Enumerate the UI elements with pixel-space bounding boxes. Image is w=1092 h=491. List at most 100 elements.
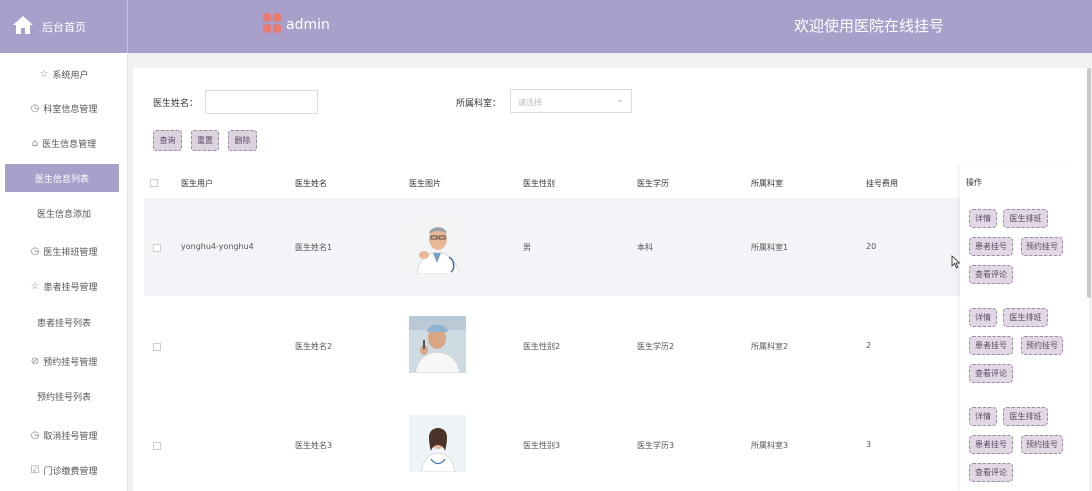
row-checkbox[interactable] bbox=[153, 442, 161, 450]
sidebar-item-label: 医生信息列表 bbox=[34, 174, 89, 185]
sidebar-item-label: 预约挂号列表 bbox=[36, 392, 91, 403]
doctor-schedule-button[interactable]: 医生排班 bbox=[1003, 209, 1048, 228]
sidebar-item-department-mgmt[interactable]: ◷ 科室信息管理 bbox=[0, 94, 128, 122]
sidebar: ☆ 系统用户 ◷ 科室信息管理 ⌂ 医生信息管理 医生信息列表 医生信息添加 ◷ 医生排… bbox=[0, 53, 128, 491]
cell-doctor-user: yonghu4-yonghu4 bbox=[181, 242, 254, 251]
row-checkbox[interactable] bbox=[153, 244, 161, 252]
details-button[interactable]: 详情 bbox=[969, 308, 997, 327]
doctor-schedule-button[interactable]: 医生排班 bbox=[1003, 308, 1048, 327]
doctor-photo bbox=[409, 217, 466, 274]
reset-button[interactable]: 重置 bbox=[191, 130, 219, 151]
clock-icon: ◷ bbox=[30, 245, 40, 257]
appointment-button[interactable]: 预约挂号 bbox=[1021, 435, 1063, 454]
table-row: 医生姓名3 医生性别3 医生学历3 所属科室3 3 bbox=[144, 394, 960, 491]
table-header: 医生用户 医生姓名 医生图片 医生性别 医生学历 所属科室 挂号费用 bbox=[144, 170, 960, 196]
sidebar-item-label: 医生排班管理 bbox=[43, 247, 98, 258]
doctor-photo bbox=[409, 316, 466, 373]
logo-icon bbox=[262, 12, 282, 38]
cell-doctor-education: 医生学历2 bbox=[637, 342, 675, 351]
doctor-photo bbox=[409, 415, 466, 472]
sidebar-item-label: 医生信息添加 bbox=[36, 209, 91, 220]
sidebar-item-doctor-mgmt[interactable]: ⌂ 医生信息管理 bbox=[0, 129, 128, 157]
doctor-name-label: 医生姓名： bbox=[153, 99, 199, 109]
cell-fee: 3 bbox=[866, 440, 872, 449]
star-icon: ☆ bbox=[30, 280, 40, 292]
sidebar-item-label: 患者挂号管理 bbox=[43, 282, 98, 293]
sidebar-item-patient-reg-list[interactable]: 患者挂号列表 bbox=[0, 308, 128, 336]
sidebar-item-appointment-list[interactable]: 预约挂号列表 bbox=[0, 382, 128, 410]
sidebar-item-appointment-mgmt[interactable]: ⊘ 预约挂号管理 bbox=[0, 347, 128, 375]
chevron-down-icon: ⌄ bbox=[616, 95, 624, 105]
clock-icon: ◷ bbox=[30, 102, 40, 114]
cell-doctor-education: 医生学历3 bbox=[637, 441, 675, 450]
mouse-cursor-icon bbox=[951, 254, 961, 273]
appointment-button[interactable]: 预约挂号 bbox=[1021, 237, 1063, 256]
star-icon: ☆ bbox=[39, 68, 49, 80]
table-row: yonghu4-yonghu4 医生姓名1 男 本科 所属科室1 20 bbox=[144, 198, 960, 296]
department-select[interactable]: 请选择 ⌄ bbox=[510, 89, 632, 113]
sidebar-item-payment-mgmt[interactable]: ☑ 门诊缴费管理 bbox=[0, 456, 128, 484]
col-department: 所属科室 bbox=[751, 179, 783, 188]
patient-register-button[interactable]: 患者挂号 bbox=[969, 435, 1013, 454]
cell-doctor-name: 医生姓名3 bbox=[295, 441, 333, 450]
cell-fee: 2 bbox=[866, 341, 872, 350]
cell-doctor-gender: 男 bbox=[523, 243, 531, 252]
sidebar-item-schedule-mgmt[interactable]: ◷ 医生排班管理 bbox=[0, 237, 128, 265]
page-scrollbar[interactable] bbox=[1087, 68, 1091, 298]
sidebar-item-label: 门诊缴费管理 bbox=[43, 466, 98, 477]
brand-name: admin bbox=[286, 17, 330, 33]
operations-column: 操作 详情 医生排班 患者挂号 预约挂号 查看评论 详情 医生排班 患者挂号 预… bbox=[960, 163, 1072, 491]
home-label: 后台首页 bbox=[42, 20, 86, 34]
sidebar-item-doctor-add[interactable]: 医生信息添加 bbox=[0, 199, 128, 227]
sidebar-item-label: 预约挂号管理 bbox=[43, 357, 98, 368]
details-button[interactable]: 详情 bbox=[969, 209, 997, 228]
clock-icon: ◷ bbox=[30, 429, 40, 441]
cell-doctor-education: 本科 bbox=[637, 243, 653, 252]
cell-department: 所属科室3 bbox=[751, 441, 789, 450]
cell-doctor-name: 医生姓名2 bbox=[295, 342, 333, 351]
sidebar-item-label: 科室信息管理 bbox=[43, 104, 98, 115]
col-fee: 挂号费用 bbox=[866, 179, 898, 188]
cell-doctor-gender: 医生性别3 bbox=[523, 441, 561, 450]
sidebar-item-label: 医生信息管理 bbox=[42, 139, 97, 150]
cell-department: 所属科室2 bbox=[751, 342, 789, 351]
cell-doctor-gender: 医生性别2 bbox=[523, 342, 561, 351]
sidebar-item-doctor-list[interactable]: 医生信息列表 bbox=[5, 164, 119, 192]
appointment-button[interactable]: 预约挂号 bbox=[1021, 336, 1063, 355]
col-doctor-name: 医生姓名 bbox=[295, 179, 327, 188]
sidebar-item-patient-reg-mgmt[interactable]: ☆ 患者挂号管理 bbox=[0, 272, 128, 300]
doctor-schedule-button[interactable]: 医生排班 bbox=[1003, 407, 1048, 426]
details-button[interactable]: 详情 bbox=[969, 407, 997, 426]
department-label: 所属科室： bbox=[456, 99, 502, 109]
patient-register-button[interactable]: 患者挂号 bbox=[969, 336, 1013, 355]
department-select-placeholder: 请选择 bbox=[518, 98, 542, 107]
doctor-name-input[interactable] bbox=[205, 90, 318, 114]
delete-button[interactable]: 删除 bbox=[228, 130, 257, 151]
home-icon bbox=[12, 15, 34, 39]
brand: admin bbox=[262, 12, 330, 38]
col-doctor-photo: 医生图片 bbox=[409, 179, 441, 188]
sidebar-item-cancel-mgmt[interactable]: ◷ 取消挂号管理 bbox=[0, 421, 128, 449]
cell-fee: 20 bbox=[866, 242, 877, 251]
col-operations: 操作 bbox=[966, 178, 982, 187]
table-row: 医生姓名2 医生性别2 医生学历2 所属科室2 2 bbox=[144, 296, 960, 394]
compass-icon: ⊘ bbox=[30, 355, 40, 367]
col-doctor-gender: 医生性别 bbox=[523, 179, 555, 188]
view-comments-button[interactable]: 查看评论 bbox=[969, 463, 1013, 482]
top-header: 后台首页 admin 欢迎使用医院在线挂号 bbox=[0, 0, 1092, 53]
sidebar-item-label: 系统用户 bbox=[52, 70, 89, 81]
home-link[interactable]: 后台首页 bbox=[0, 0, 128, 53]
view-comments-button[interactable]: 查看评论 bbox=[969, 265, 1013, 284]
select-all-checkbox[interactable] bbox=[150, 179, 158, 187]
col-doctor-user: 医生用户 bbox=[181, 179, 213, 188]
gift-icon: ⌂ bbox=[31, 137, 39, 149]
patient-register-button[interactable]: 患者挂号 bbox=[969, 237, 1013, 256]
query-button[interactable]: 查询 bbox=[153, 130, 182, 151]
view-comments-button[interactable]: 查看评论 bbox=[969, 364, 1013, 383]
welcome-title: 欢迎使用医院在线挂号 bbox=[794, 17, 945, 35]
checkbox-icon: ☑ bbox=[30, 464, 40, 476]
cell-doctor-name: 医生姓名1 bbox=[295, 243, 333, 252]
cell-department: 所属科室1 bbox=[751, 243, 789, 252]
sidebar-item-system-users[interactable]: ☆ 系统用户 bbox=[0, 60, 128, 88]
row-checkbox[interactable] bbox=[153, 343, 161, 351]
